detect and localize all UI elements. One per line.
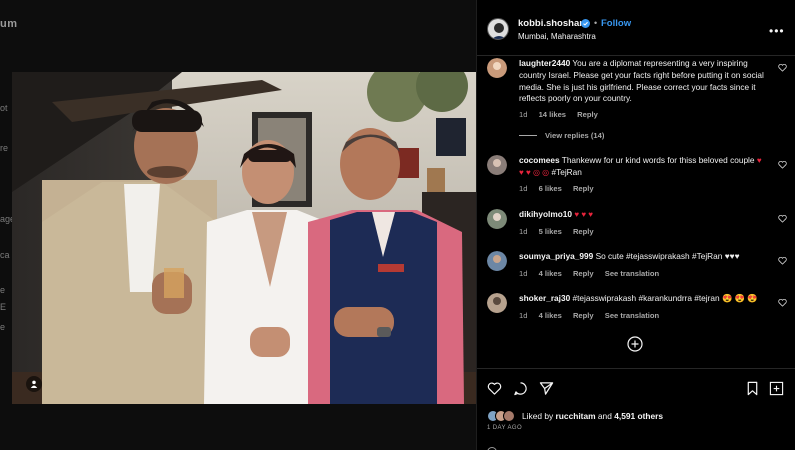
likes-summary[interactable]: Liked by rucchitam and 4,591 others: [487, 409, 663, 423]
avatar[interactable]: [487, 293, 507, 313]
comment-age: 1d: [519, 269, 528, 278]
comment-meta: 1d 4 likes Reply See translation: [519, 269, 668, 278]
post-photo[interactable]: [12, 72, 476, 404]
comment-username[interactable]: cocomees: [519, 155, 560, 165]
comment-likes[interactable]: 4 likes: [539, 269, 562, 278]
avatar[interactable]: [487, 251, 507, 271]
comment-body: Thankeww for ur kind words for thiss bel…: [561, 155, 755, 165]
background-nav-fragment: e: [0, 322, 6, 332]
like-comment-icon[interactable]: [778, 63, 787, 72]
user-tag-icon[interactable]: [26, 376, 42, 392]
see-translation-button[interactable]: See translation: [605, 311, 659, 320]
comment-username[interactable]: dikihyolmo10: [519, 209, 572, 219]
post-location[interactable]: Mumbai, Maharashtra: [518, 32, 596, 41]
comment-age: 1d: [519, 110, 528, 119]
comment-username[interactable]: laughter2440: [519, 58, 570, 68]
send-icon[interactable]: [539, 381, 554, 396]
reply-button[interactable]: Reply: [577, 110, 598, 119]
avatar[interactable]: [487, 155, 507, 175]
more-options-icon[interactable]: •••: [769, 24, 785, 38]
comment-username[interactable]: shoker_raj30: [519, 293, 570, 303]
party-photo-illustration: [12, 72, 476, 404]
likes-joiner: and: [597, 411, 612, 421]
avatar: [503, 410, 515, 422]
avatar-image: [488, 19, 508, 39]
avatar[interactable]: [487, 18, 509, 40]
comment-text: dikihyolmo10 ♥ ♥ ♥: [519, 209, 767, 221]
comment-likes[interactable]: 14 likes: [539, 110, 566, 119]
background-nav-fragment: re: [0, 143, 9, 153]
comment-hashtag[interactable]: #TejRan: [551, 167, 581, 177]
comment-text: shoker_raj30 #tejasswiprakash #karankund…: [519, 293, 767, 305]
comment-text: laughter2440 You are a diplomat represen…: [519, 58, 767, 105]
like-comment-icon[interactable]: [778, 214, 787, 223]
avatar[interactable]: [487, 58, 507, 78]
background-nav-fragment: age: [0, 214, 12, 224]
comment-text: cocomees Thankeww for ur kind words for …: [519, 155, 767, 179]
background-nav-fragment: ca: [0, 250, 10, 260]
avatar-image: [487, 251, 507, 271]
comment-meta: 1d 5 likes Reply: [519, 227, 603, 236]
follow-button[interactable]: Follow: [601, 18, 631, 29]
post-actions: Liked by rucchitam and 4,591 others 1 DA…: [477, 368, 795, 450]
post-timestamp: 1 DAY AGO: [487, 425, 523, 431]
bookmark-icon[interactable]: [745, 381, 760, 396]
comment-username[interactable]: soumya_priya_999: [519, 251, 593, 261]
post-header: kobbi.shoshani • Follow Mumbai, Maharash…: [477, 0, 795, 56]
background-logo-fragment: um: [0, 18, 18, 30]
comment-age: 1d: [519, 184, 528, 193]
likes-prefix: Liked by: [522, 411, 554, 421]
likes-text: Liked by rucchitam and 4,591 others: [522, 411, 663, 421]
comment-likes[interactable]: 6 likes: [539, 184, 562, 193]
heart-eyes-emojis: 😍 😍 😍: [721, 293, 758, 303]
background-nav-fragment: e: [0, 285, 6, 295]
comment-meta: 1d 14 likes Reply: [519, 110, 607, 119]
comment-meta: 1d 4 likes Reply See translation: [519, 311, 668, 320]
view-replies-label: View replies (14): [545, 131, 605, 140]
reply-button[interactable]: Reply: [573, 227, 594, 236]
comment-meta: 1d 6 likes Reply: [519, 184, 603, 193]
avatar-image: [487, 155, 507, 175]
more-actions-icon[interactable]: [769, 381, 784, 396]
heart-icon[interactable]: [487, 381, 502, 396]
comment-body: #tejasswiprakash #karankundrra #tejran: [572, 293, 720, 303]
view-replies-button[interactable]: View replies (14): [519, 131, 604, 140]
comment-age: 1d: [519, 227, 528, 236]
reply-button[interactable]: Reply: [573, 269, 594, 278]
reply-button[interactable]: Reply: [573, 184, 594, 193]
liker-username[interactable]: rucchitam: [556, 411, 596, 421]
avatar[interactable]: [487, 209, 507, 229]
separator-dot: •: [594, 18, 598, 28]
like-comment-icon[interactable]: [778, 256, 787, 265]
liker-avatars: [487, 410, 519, 422]
comment-likes[interactable]: 5 likes: [539, 227, 562, 236]
likes-count[interactable]: 4,591 others: [614, 411, 663, 421]
like-comment-icon[interactable]: [778, 160, 787, 169]
comment-body: So cute #tejasswiprakash #TejRan: [595, 251, 723, 261]
comment-age: 1d: [519, 311, 528, 320]
background-nav-fragment: E: [0, 302, 7, 312]
like-comment-icon[interactable]: [778, 298, 787, 307]
avatar-image: [487, 209, 507, 229]
verified-badge-icon: [581, 19, 590, 28]
replies-divider: [519, 135, 537, 136]
avatar-image: [487, 58, 507, 78]
reply-button[interactable]: Reply: [573, 311, 594, 320]
white-heart-emojis: ♥♥♥: [724, 251, 740, 261]
comment-icon[interactable]: [513, 381, 528, 396]
comment-text: soumya_priya_999 So cute #tejasswiprakas…: [519, 251, 767, 263]
post-author-username[interactable]: kobbi.shoshani: [518, 18, 588, 29]
comments-panel: kobbi.shoshani • Follow Mumbai, Maharash…: [476, 0, 795, 450]
comment-likes[interactable]: 4 likes: [539, 311, 562, 320]
background-nav-fragment: ot: [0, 103, 8, 113]
heart-emojis: ♥ ♥ ♥: [574, 210, 594, 219]
avatar-image: [487, 293, 507, 313]
person-icon: [30, 380, 38, 388]
load-more-comments-icon[interactable]: [627, 336, 643, 352]
see-translation-button[interactable]: See translation: [605, 269, 659, 278]
